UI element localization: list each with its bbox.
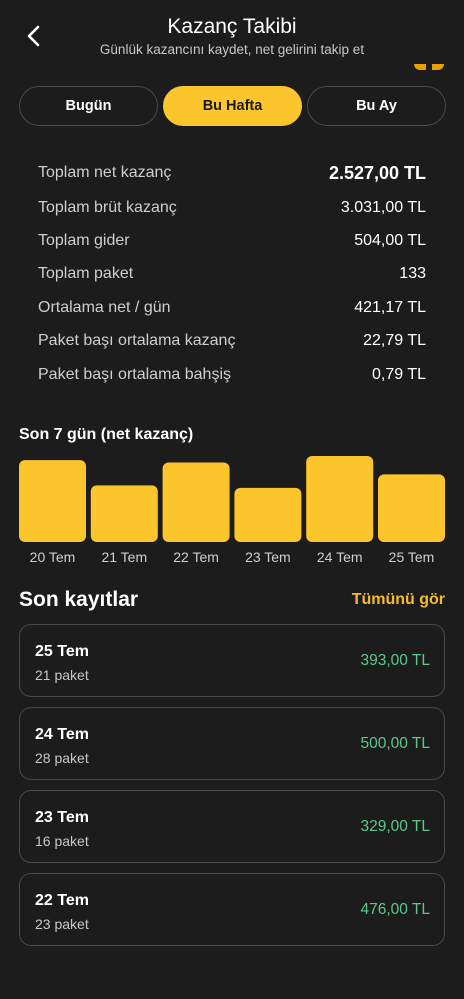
record-amount: 476,00 TL: [360, 901, 430, 918]
stat-label: Paket başı ortalama bahşiş: [38, 366, 231, 383]
stat-row-packages: Toplam paket 133: [38, 261, 426, 287]
record-packages: 28 paket: [35, 750, 89, 766]
record-date: 23 Tem: [35, 809, 89, 826]
chart-bar: [378, 474, 445, 542]
stat-value: 0,79 TL: [372, 366, 426, 383]
stat-label: Toplam gider: [38, 232, 130, 249]
record-amount: 500,00 TL: [360, 735, 430, 752]
stat-row-gross: Toplam brüt kazanç 3.031,00 TL: [38, 195, 426, 221]
stat-label: Paket başı ortalama kazanç: [38, 332, 236, 349]
stat-label: Toplam brüt kazanç: [38, 199, 177, 216]
record-card[interactable]: 25 Tem 21 paket 393,00 TL: [19, 624, 445, 697]
chart-bar: [162, 462, 230, 542]
period-tabs: Bugün Bu Hafta Bu Ay: [19, 86, 446, 126]
app-header: Kazanç Takibi Günlük kazancını kaydet, n…: [0, 0, 464, 72]
record-card[interactable]: 22 Tem 23 paket 476,00 TL: [19, 873, 445, 946]
record-date: 22 Tem: [35, 892, 89, 909]
stat-value: 504,00 TL: [354, 232, 426, 249]
stat-row-avg-day: Ortalama net / gün 421,17 TL: [38, 295, 426, 321]
page-subtitle: Günlük kazancını kaydet, net gelirini ta…: [99, 42, 365, 57]
record-packages: 16 paket: [35, 833, 89, 849]
chart-bar: [306, 456, 374, 542]
tab-bu-ay[interactable]: Bu Ay: [307, 86, 446, 126]
record-packages: 23 paket: [35, 916, 89, 932]
chart-x-tick-label: 20 Tem: [30, 549, 76, 565]
stat-row-expense: Toplam gider 504,00 TL: [38, 228, 426, 254]
recent-section-title: Son kayıtlar: [19, 588, 139, 611]
record-amount: 393,00 TL: [360, 652, 430, 669]
record-date: 24 Tem: [35, 726, 89, 743]
scroll-peek-decoration: [414, 64, 444, 70]
record-packages: 21 paket: [35, 667, 89, 683]
stat-value: 421,17 TL: [354, 299, 426, 316]
stat-row-net: Toplam net kazanç 2.527,00 TL: [38, 160, 426, 186]
chart-x-tick-label: 23 Tem: [245, 549, 291, 565]
stat-label: Ortalama net / gün: [38, 299, 171, 316]
tab-bugun[interactable]: Bugün: [19, 86, 158, 126]
record-amount: 329,00 TL: [360, 818, 430, 835]
chart-bar: [90, 485, 158, 542]
page-title: Kazanç Takibi: [167, 15, 297, 38]
stat-value: 133: [399, 265, 426, 282]
chart-x-tick-label: 22 Tem: [173, 549, 219, 565]
stat-label: Toplam net kazanç: [38, 164, 172, 181]
chart-x-tick-label: 21 Tem: [101, 549, 147, 565]
stat-label: Toplam paket: [38, 265, 134, 282]
record-card[interactable]: 23 Tem 16 paket 329,00 TL: [19, 790, 445, 863]
chart-bar: [19, 460, 86, 542]
chart-x-tick-label: 25 Tem: [389, 549, 435, 565]
chart-bar: [234, 487, 302, 542]
stat-row-avg-tip: Paket başı ortalama bahşiş 0,79 TL: [38, 362, 426, 388]
tab-bu-hafta[interactable]: Bu Hafta: [163, 86, 302, 126]
chart-x-tick-label: 24 Tem: [317, 549, 363, 565]
stat-value: 3.031,00 TL: [340, 199, 426, 216]
record-card[interactable]: 24 Tem 28 paket 500,00 TL: [19, 707, 445, 780]
net-earnings-bar-chart: 20 Tem 21 Tem 22 Tem 23 Tem 24 Tem 25 Tem: [19, 456, 445, 565]
stat-row-avg-package: Paket başı ortalama kazanç 22,79 TL: [38, 328, 426, 354]
see-all-link[interactable]: Tümünü gör: [352, 591, 445, 609]
stat-value: 2.527,00 TL: [328, 162, 426, 183]
stat-value: 22,79 TL: [363, 332, 426, 349]
record-date: 25 Tem: [35, 643, 89, 660]
